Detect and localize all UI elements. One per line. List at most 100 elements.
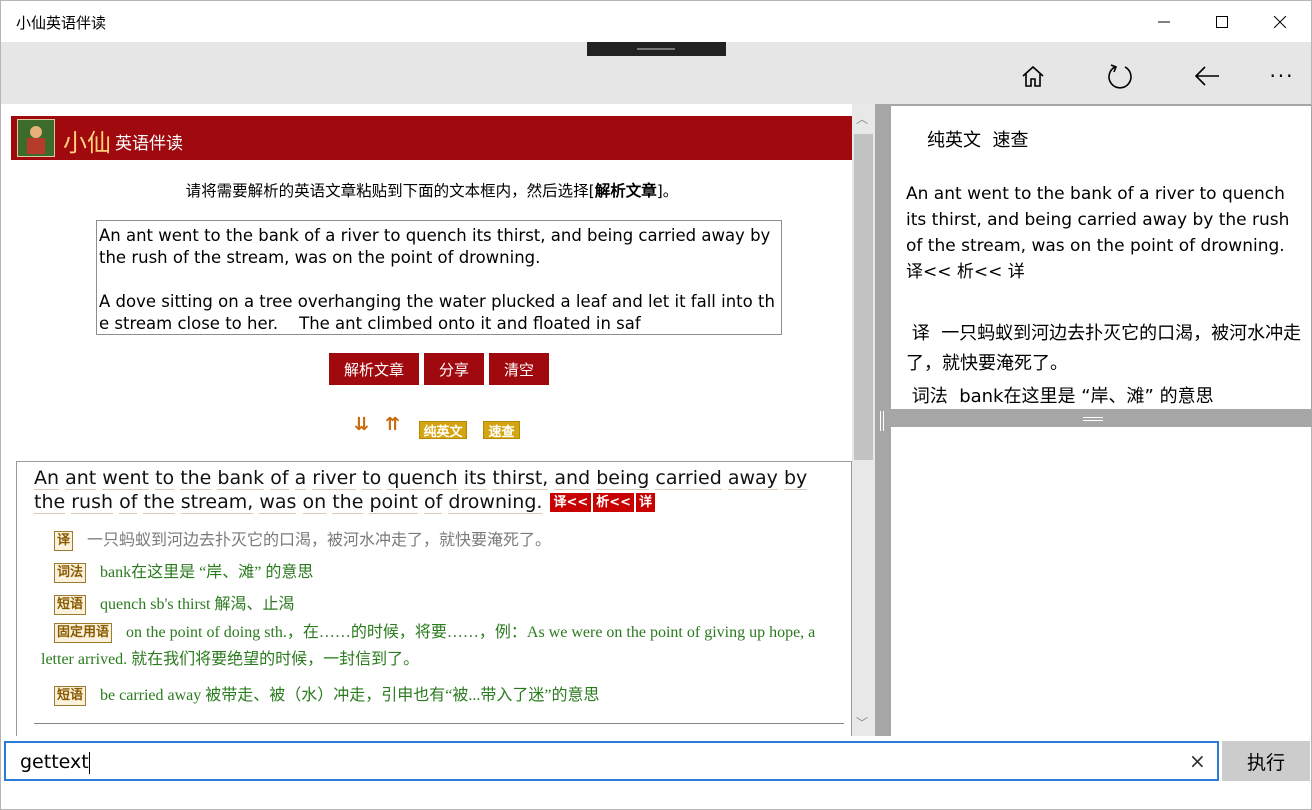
more-button[interactable]: ··· xyxy=(1254,56,1310,96)
article-input[interactable]: An ant went to the bank of a river to qu… xyxy=(96,220,782,335)
note-row: 词法 bank在这里是 “岸、滩” 的意思 xyxy=(54,558,314,584)
horizontal-splitter[interactable] xyxy=(889,411,1312,427)
analysis-panel: An ant went to the bank of a river to qu… xyxy=(16,461,852,736)
close-icon xyxy=(1274,15,1286,28)
right-preview-panel: 纯英文 速查 An ant went to the bank of a rive… xyxy=(889,104,1312,411)
sentence-word[interactable]: drowning. xyxy=(448,491,543,514)
preview-sentence-text: An ant went to the bank of a river to qu… xyxy=(906,184,1290,256)
sentence-word[interactable]: bank xyxy=(217,467,265,490)
preview-translation-text: 一只蚂蚁到河边去扑灭它的口渴，被河水冲走了，就快要淹死了。 xyxy=(906,323,1302,374)
instruction-suffix: ]。 xyxy=(656,182,679,200)
close-button[interactable] xyxy=(1251,1,1309,42)
sentence-word[interactable]: to xyxy=(155,467,175,490)
sentence-word[interactable]: stream, xyxy=(180,491,254,514)
row-text: 一只蚂蚁到河边去扑灭它的口渴，被河水冲走了，就快要淹死了。 xyxy=(87,532,552,549)
sentence-word[interactable]: of xyxy=(119,491,138,514)
refresh-button[interactable] xyxy=(1092,56,1148,96)
vertical-splitter[interactable] xyxy=(875,104,889,736)
note-row: 固定用语 on the point of doing sth.，在……的时候，将要… xyxy=(41,619,841,673)
expand-all-icon[interactable]: ⇊ xyxy=(354,414,369,435)
collapse-all-icon[interactable]: ⇈ xyxy=(385,414,400,435)
scroll-thumb[interactable] xyxy=(854,134,873,460)
drag-handle[interactable] xyxy=(587,42,726,56)
maximize-button[interactable] xyxy=(1193,1,1251,42)
sentence-word[interactable]: the xyxy=(143,491,175,514)
preview-lexical-label: 词法 xyxy=(911,386,948,407)
analyze-button[interactable]: 解析文章 xyxy=(329,353,419,385)
sentence-tag[interactable]: 详 xyxy=(636,493,656,512)
sentence-tag[interactable]: 析<< xyxy=(593,493,635,512)
sentence-word[interactable]: and xyxy=(554,467,591,490)
home-button[interactable] xyxy=(1005,56,1061,96)
sentence-word[interactable]: An xyxy=(34,467,60,490)
grip-icon xyxy=(1083,417,1103,421)
sentence-word[interactable]: rush xyxy=(71,491,114,514)
sentence-word[interactable]: a xyxy=(294,467,307,490)
share-button[interactable]: 分享 xyxy=(424,353,484,385)
brand-sub: 英语伴读 xyxy=(115,134,183,154)
minimize-button[interactable] xyxy=(1135,1,1193,42)
divider xyxy=(34,723,844,724)
sentence-word[interactable]: on xyxy=(302,491,327,514)
sentence-word[interactable]: being xyxy=(596,467,650,490)
row-text: quench sb's thirst 解渴、止渴 xyxy=(100,596,295,613)
sentence-word[interactable]: the xyxy=(332,491,364,514)
scroll-up-icon[interactable]: ︿ xyxy=(856,110,868,127)
analysis-sentence: An ant went to the bank of a river to qu… xyxy=(34,466,834,514)
sentence-word[interactable]: the xyxy=(34,491,66,514)
execute-button[interactable]: 执行 xyxy=(1222,741,1310,781)
title-bar: 小仙英语伴读 xyxy=(1,1,1311,42)
preview-translation: 译 一只蚂蚁到河边去扑灭它的口渴，被河水冲走了，就快要淹死了。 xyxy=(906,319,1306,379)
row-label: 短语 xyxy=(54,686,87,707)
left-scrollbar[interactable]: ︿ ﹀ xyxy=(852,104,875,736)
row-text: bank在这里是 “岸、滩” 的意思 xyxy=(100,564,314,581)
sentence-word[interactable]: to xyxy=(362,467,382,490)
sentence-word[interactable]: ant xyxy=(65,467,97,490)
quick-lookup-tag[interactable]: 速查 xyxy=(483,421,520,440)
note-row: 短语 quench sb's thirst 解渴、止渴 xyxy=(54,590,295,616)
clear-input-icon[interactable]: × xyxy=(1189,749,1206,773)
instruction-prefix: 请将需要解析的英语文章粘贴到下面的文本框内，然后选择[ xyxy=(185,182,595,200)
refresh-icon xyxy=(1108,64,1132,89)
sentence-word[interactable]: away xyxy=(727,467,778,490)
more-icon: ··· xyxy=(1269,64,1295,88)
right-bottom-panel xyxy=(889,427,1311,736)
sentence-tag[interactable]: 译<< xyxy=(550,493,592,512)
sentence-word[interactable]: river xyxy=(312,467,357,490)
back-button[interactable] xyxy=(1179,56,1235,96)
window-title: 小仙英语伴读 xyxy=(16,14,107,32)
sentence-word[interactable]: by xyxy=(783,467,808,490)
brand-main: 小仙 xyxy=(63,129,111,157)
logo-icon xyxy=(17,119,55,157)
grip-icon xyxy=(880,411,884,431)
app-window: 小仙英语伴读 ··· 小仙 英语伴读 请将需要解析的英语文章粘贴到下面的文本框内… xyxy=(0,0,1312,810)
clear-button[interactable]: 清空 xyxy=(489,353,549,385)
command-input[interactable]: gettext xyxy=(4,741,1219,781)
preview-lexical-text: bank在这里是 “岸、滩” 的意思 xyxy=(959,386,1214,407)
sentence-word[interactable]: point xyxy=(369,491,418,514)
row-text: on the point of doing sth.，在……的时候，将要……，例… xyxy=(41,624,816,668)
sentence-word[interactable]: its xyxy=(463,467,487,490)
sentence-word[interactable]: thirst, xyxy=(492,467,549,490)
sentence-word[interactable]: the xyxy=(180,467,212,490)
home-icon xyxy=(1022,65,1044,87)
row-text: be carried away 被带走、被（水）冲走，引申也有“被...带入了迷… xyxy=(100,687,600,704)
preview-link-plain[interactable]: 纯英文 xyxy=(927,130,981,151)
preview-sentence: An ant went to the bank of a river to qu… xyxy=(906,181,1301,285)
sentence-word[interactable]: quench xyxy=(387,467,458,490)
row-label: 词法 xyxy=(54,563,87,584)
sentence-word[interactable]: was xyxy=(259,491,297,514)
preview-links: 纯英文 速查 xyxy=(927,126,1028,152)
minimize-icon xyxy=(1158,21,1170,22)
preview-inline-links[interactable]: 译<< 析<< 详 xyxy=(906,262,1025,282)
bottom-bar: gettext × 执行 xyxy=(1,736,1311,809)
sentence-word[interactable]: carried xyxy=(655,467,722,490)
row-label: 固定用语 xyxy=(54,623,113,644)
plain-english-tag[interactable]: 纯英文 xyxy=(419,421,467,440)
sentence-word[interactable]: of xyxy=(423,491,443,514)
preview-link-lookup[interactable]: 速查 xyxy=(992,130,1028,151)
sentence-word[interactable]: of xyxy=(270,467,289,490)
note-row: 短语 be carried away 被带走、被（水）冲走，引申也有“被...带入… xyxy=(54,681,600,707)
sentence-word[interactable]: went xyxy=(102,467,150,490)
scroll-down-icon[interactable]: ﹀ xyxy=(856,714,868,731)
